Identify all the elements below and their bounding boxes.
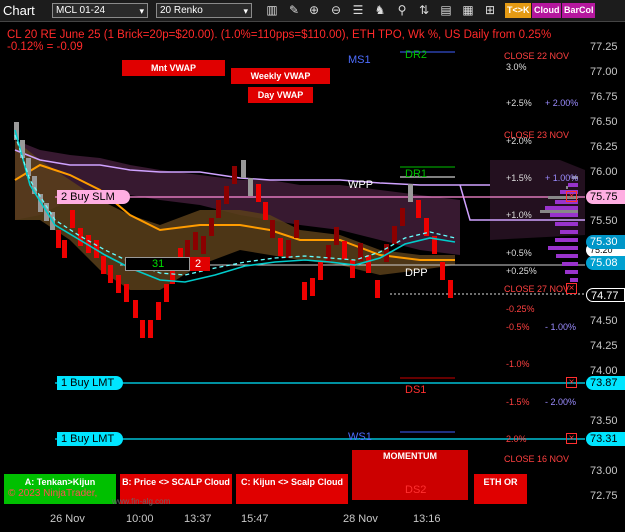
chart-toolbar: Chart MCL 01-24 ▾ 20 Renko ▾ ▥ ✎ ⊕ ⊖ ☰ ♞…: [0, 0, 625, 22]
lmt1-price-box: 73.87: [586, 376, 625, 390]
close-order-icon[interactable]: ×: [566, 191, 577, 202]
data-box-icon[interactable]: ▤: [438, 2, 454, 19]
rollover-icon[interactable]: ⊞: [482, 2, 498, 19]
wpp-label: WPP: [348, 179, 374, 191]
close-position-icon[interactable]: ×: [566, 283, 577, 294]
price-tick: 76.25: [590, 141, 618, 153]
time-tick: 13:37: [184, 513, 212, 525]
buy-lmt-order-2[interactable]: 1 Buy LMT: [57, 432, 123, 446]
pct-m1-0: -1.0%: [506, 359, 530, 369]
lmt2-price-box: 73.31: [586, 432, 625, 446]
price-tick: 75.50: [590, 215, 618, 227]
price-tick: 76.50: [590, 116, 618, 128]
pct-right-m1: - 1.00%: [545, 322, 577, 332]
position-quantity[interactable]: 31: [125, 257, 190, 271]
pct-p1-5: +1.5%: [506, 173, 532, 183]
close-16-nov-label: CLOSE 16 NOV: [504, 454, 570, 464]
pct-m0-5: -0.5%: [506, 322, 530, 332]
price-tick: 77.00: [590, 66, 618, 78]
day-vwap-label: Day VWAP: [248, 87, 313, 103]
ms1-label: MS1: [348, 54, 371, 66]
zoom-out-icon[interactable]: ⊖: [328, 2, 344, 19]
header-line-1: CL 20 RE June 25 (1 Brick=20p=$20.00). (…: [7, 29, 552, 41]
chevron-down-icon: ▾: [243, 6, 248, 16]
pct-right-m2: - 2.00%: [545, 397, 577, 407]
window-title: Chart: [3, 3, 35, 18]
cloud-button[interactable]: Cloud: [532, 3, 561, 18]
bar-type-value: 20 Renko: [160, 5, 203, 16]
strategy-icon[interactable]: ♞: [372, 2, 388, 19]
p1-price-box: 75.30: [586, 235, 625, 249]
pct-p1-0: +1.0%: [506, 210, 532, 220]
pct-m1-5: -1.5%: [506, 397, 530, 407]
price-tick: 73.50: [590, 415, 618, 427]
pct-right-p1: + 1.00%: [545, 173, 579, 183]
close-27-nov-label: CLOSE 27 NOV: [504, 284, 570, 294]
price-tick: 73.00: [590, 465, 618, 477]
slm-price-box: 75.75: [586, 190, 625, 204]
instrument-value: MCL 01-24: [56, 5, 106, 16]
barcol-button[interactable]: BarCol: [562, 3, 595, 18]
templates-icon[interactable]: ▦: [460, 2, 476, 19]
pct-right-p2: + 2.00%: [545, 98, 579, 108]
close-order-icon[interactable]: ×: [566, 433, 577, 444]
time-tick: 13:16: [413, 513, 441, 525]
time-tick: 10:00: [126, 513, 154, 525]
copyright-watermark: © 2023 NinjaTrader,: [8, 488, 98, 499]
last-price-box: 74.77: [586, 288, 625, 302]
price-tick: 77.25: [590, 41, 618, 53]
price-tick: 76.00: [590, 166, 618, 178]
pct-p0-25: +0.25%: [506, 266, 537, 276]
time-tick: 15:47: [241, 513, 269, 525]
indicator-icon[interactable]: ⚲: [394, 2, 410, 19]
momentum-label: MOMENTUM: [383, 451, 437, 461]
bar-type-selector[interactable]: 20 Renko ▾: [156, 3, 252, 18]
time-tick: 26 Nov: [50, 513, 85, 525]
pct-p2-5: +2.5%: [506, 98, 532, 108]
chart-header: CL 20 RE June 25 (1 Brick=20p=$20.00). (…: [7, 29, 551, 53]
chart-trader-icon[interactable]: ⇅: [416, 2, 432, 19]
pct-p0-5: +0.5%: [506, 248, 532, 258]
instrument-selector[interactable]: MCL 01-24 ▾: [52, 3, 148, 18]
close-22-nov-label: CLOSE 22 NOV: [504, 51, 570, 61]
kijun-scalp-cloud-button[interactable]: C: Kijun <> Scalp Cloud: [236, 474, 348, 504]
monthly-vwap-label: Mnt VWAP: [122, 60, 225, 76]
price-tick: 74.25: [590, 340, 618, 352]
dr1-label: DR1: [405, 168, 428, 180]
dr2-label: DR2: [405, 49, 428, 61]
dpp-label: DPP: [405, 267, 428, 279]
buy-slm-order[interactable]: 2 Buy SLM: [57, 190, 130, 204]
time-tick: 28 Nov: [343, 513, 378, 525]
header-line-2: -0.12% = -0.09: [7, 41, 83, 53]
price-tick: 72.75: [590, 490, 618, 502]
buy-lmt-order-1[interactable]: 1 Buy LMT: [57, 376, 123, 390]
properties-icon[interactable]: ☰: [350, 2, 366, 19]
pct-m2-0: 2.0%: [506, 434, 527, 444]
chevron-down-icon: ▾: [139, 6, 144, 16]
price-tick: 74.50: [590, 315, 618, 327]
eth-or-button[interactable]: ETH OR: [474, 474, 527, 504]
zoom-in-icon[interactable]: ⊕: [306, 2, 322, 19]
tk-button[interactable]: T<>K: [505, 3, 531, 18]
price-tick: 76.75: [590, 91, 618, 103]
pct-p2-0: +2.0%: [506, 136, 532, 146]
site-watermark: www.fin-alg.com: [112, 497, 171, 506]
ds1-label: DS1: [405, 384, 427, 396]
close-order-icon[interactable]: ×: [566, 377, 577, 388]
current-price-box: 75.08: [586, 256, 625, 270]
position-count[interactable]: 2: [190, 257, 210, 271]
bars-icon[interactable]: ▥: [264, 2, 280, 19]
weekly-vwap-label: Weekly VWAP: [231, 68, 330, 84]
ds2-label: DS2: [405, 484, 427, 496]
pct-m0-25: -0.25%: [506, 304, 535, 314]
pencil-icon[interactable]: ✎: [286, 2, 302, 19]
ws1-label: WS1: [348, 431, 372, 443]
pct-3-0: 3.0%: [506, 62, 527, 72]
